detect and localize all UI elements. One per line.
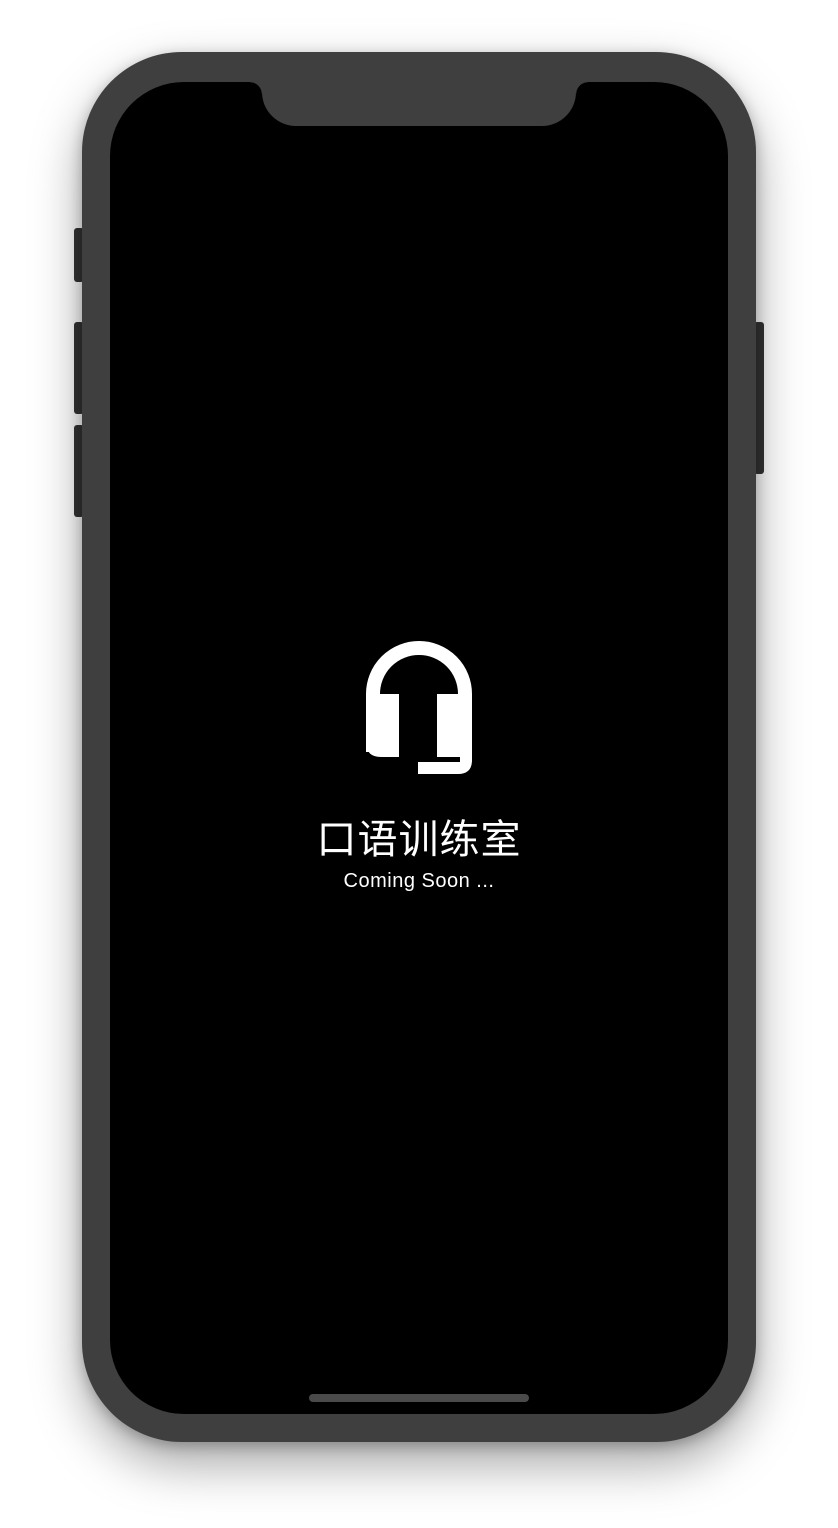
- phone-screen: 口语训练室 Coming Soon ...: [110, 82, 728, 1414]
- headset-icon: [366, 641, 472, 774]
- notch: [250, 82, 588, 126]
- coming-soon-panel: 口语训练室 Coming Soon ...: [110, 636, 728, 894]
- simulator-stage: 口语训练室 Coming Soon ...: [0, 0, 838, 1528]
- page-title: 口语训练室: [316, 817, 522, 863]
- coming-soon-label: Coming Soon ...: [343, 870, 495, 892]
- home-indicator[interactable]: [309, 1394, 529, 1402]
